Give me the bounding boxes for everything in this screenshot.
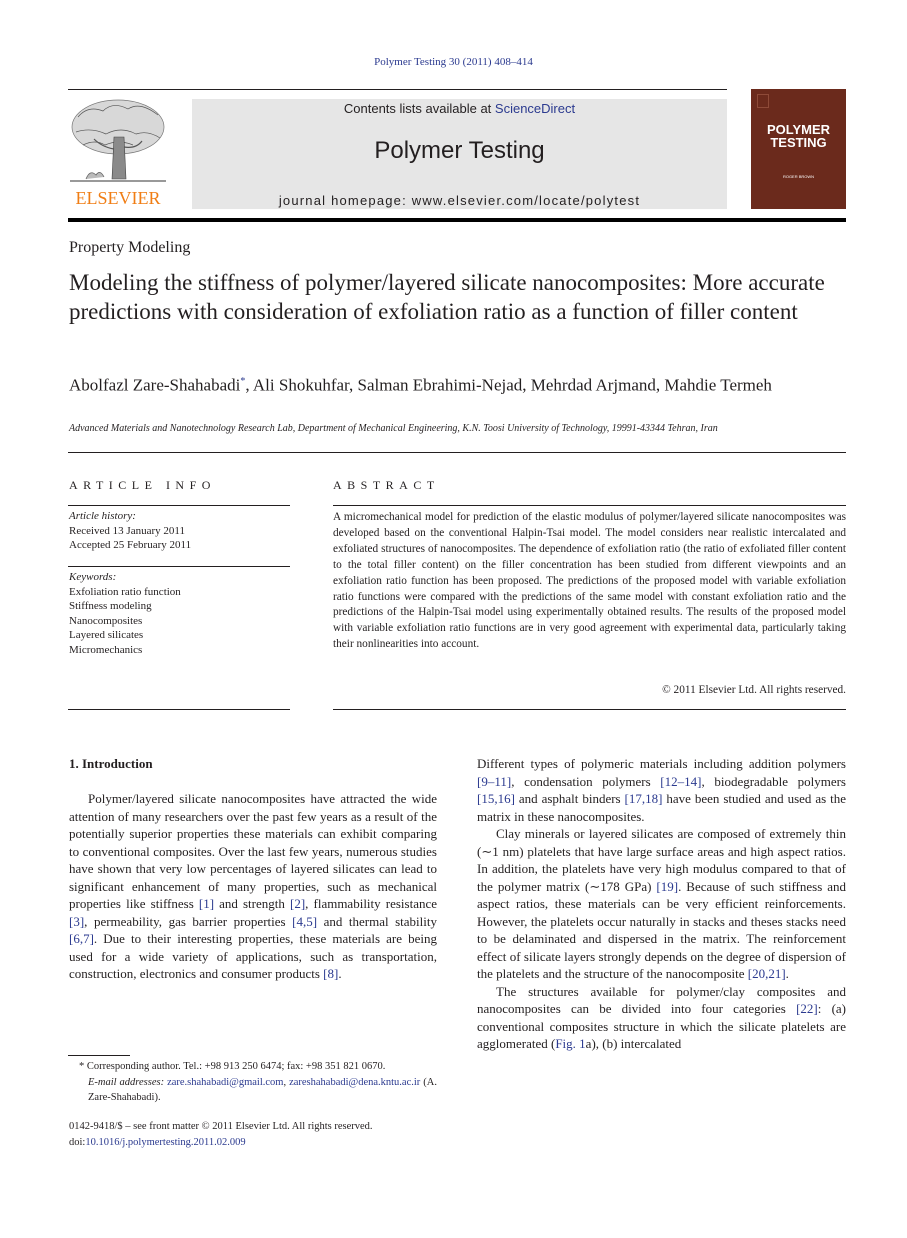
abstract-copyright: © 2011 Elsevier Ltd. All rights reserved… xyxy=(662,684,846,696)
email-link[interactable]: zareshahabadi@dena.kntu.ac.ir xyxy=(289,1077,420,1088)
abstract-text: A micromechanical model for prediction o… xyxy=(333,511,846,651)
citation-link[interactable]: [4,5] xyxy=(292,914,317,929)
introduction-heading: 1. Introduction xyxy=(69,756,153,771)
citation-link[interactable]: [20,21] xyxy=(748,966,786,981)
abstract-heading: ABSTRACT xyxy=(333,478,440,492)
citation-link[interactable]: [3] xyxy=(69,914,84,929)
footnote: * Corresponding author. Tel.: +98 913 25… xyxy=(69,1059,437,1106)
journal-banner: Contents lists available at ScienceDirec… xyxy=(192,99,727,209)
citation-link[interactable]: [17,18] xyxy=(625,791,663,806)
citation-link[interactable]: [15,16] xyxy=(477,791,515,806)
front-matter: 0142-9418/$ – see front matter © 2011 El… xyxy=(69,1119,437,1150)
keywords: Keywords: Exfoliation ratio function Sti… xyxy=(69,570,291,657)
keyword: Micromechanics xyxy=(69,643,143,656)
authors: Abolfazl Zare-Shahabadi*, Ali Shokuhfar,… xyxy=(69,371,849,397)
paragraph: The structures available for polymer/cla… xyxy=(477,983,846,1052)
body-column-right: Different types of polymeric materials i… xyxy=(477,755,846,1053)
email-label: E-mail addresses: xyxy=(88,1076,165,1088)
tree-icon xyxy=(70,99,166,182)
email-link[interactable]: zare.shahabadi@gmail.com xyxy=(167,1077,283,1088)
body-column-left: Polymer/layered silicate nanocomposites … xyxy=(69,790,437,983)
divider xyxy=(333,709,846,710)
divider xyxy=(68,709,290,710)
article-title: Modeling the stiffness of polymer/layere… xyxy=(69,270,825,324)
article-section: Property Modeling xyxy=(69,239,191,256)
citation-link[interactable]: [22] xyxy=(796,1001,818,1016)
doi-link[interactable]: 10.1016/j.polymertesting.2011.02.009 xyxy=(85,1137,245,1148)
divider xyxy=(68,505,290,506)
keyword: Layered silicates xyxy=(69,629,144,641)
journal-cover[interactable]: POLYMER TESTING ROGER BROWN xyxy=(751,89,846,209)
citation-link[interactable]: [6,7] xyxy=(69,931,94,946)
keyword: Nanocomposites xyxy=(69,614,143,627)
citation-link[interactable]: [2] xyxy=(290,896,305,911)
elsevier-wordmark: ELSEVIER xyxy=(75,188,161,208)
paragraph: Clay minerals or layered silicates are c… xyxy=(477,826,846,981)
received-date: Received 13 January 2011 xyxy=(69,524,185,537)
header-rule xyxy=(68,89,727,90)
journal-homepage[interactable]: journal homepage: www.elsevier.com/locat… xyxy=(192,193,727,208)
citation-link[interactable]: [12–14] xyxy=(660,774,701,789)
citation-link[interactable]: [19] xyxy=(656,879,678,894)
journal-name: Polymer Testing xyxy=(374,137,545,164)
article-history: Article history: Received 13 January 201… xyxy=(69,509,291,553)
cover-emblem-icon xyxy=(757,94,769,108)
accepted-date: Accepted 25 February 2011 xyxy=(69,539,192,551)
paragraph: Polymer/layered silicate nanocomposites … xyxy=(69,791,438,981)
divider xyxy=(68,452,846,453)
cover-title: POLYMER TESTING xyxy=(751,123,846,149)
cover-title-line2: TESTING xyxy=(770,135,827,150)
issn-line: 0142-9418/$ – see front matter © 2011 El… xyxy=(69,1121,373,1132)
corresponding-author-note: * Corresponding author. Tel.: +98 913 25… xyxy=(69,1059,437,1075)
citation-link[interactable]: Fig. 1 xyxy=(555,1036,585,1051)
author-list-rest: , Ali Shokuhfar, Salman Ebrahimi-Nejad, … xyxy=(245,375,772,395)
affiliation: Advanced Materials and Nanotechnology Re… xyxy=(69,423,718,434)
divider xyxy=(68,566,290,567)
history-label: Article history: xyxy=(69,510,136,522)
keywords-label: Keywords: xyxy=(69,571,117,583)
divider xyxy=(333,505,846,506)
contact-info: Corresponding author. Tel.: +98 913 250 … xyxy=(84,1061,386,1072)
journal-citation[interactable]: Polymer Testing 30 (2011) 408–414 xyxy=(0,56,907,68)
citation-link[interactable]: [9–11] xyxy=(477,774,511,789)
doi-line: doi:10.1016/j.polymertesting.2011.02.009 xyxy=(69,1135,437,1151)
contents-line: Contents lists available at ScienceDirec… xyxy=(192,101,727,116)
citation-link[interactable]: [1] xyxy=(199,896,214,911)
paragraph: Different types of polymeric materials i… xyxy=(477,756,846,824)
elsevier-logo[interactable]: ELSEVIER xyxy=(68,97,168,209)
keyword: Stiffness modeling xyxy=(69,600,152,612)
contents-prefix: Contents lists available at xyxy=(343,101,495,116)
cover-editor: ROGER BROWN xyxy=(782,174,815,179)
footnote-rule xyxy=(68,1055,130,1056)
header-thick-rule xyxy=(68,218,846,222)
doi-label: doi: xyxy=(69,1136,86,1148)
email-note: E-mail addresses: zare.shahabadi@gmail.c… xyxy=(88,1076,437,1104)
author-corresponding: Abolfazl Zare-Shahabadi xyxy=(69,375,241,395)
sciencedirect-link[interactable]: ScienceDirect xyxy=(495,101,575,116)
article-info-heading: ARTICLE INFO xyxy=(69,478,216,492)
keyword: Exfoliation ratio function xyxy=(69,585,181,598)
citation-link[interactable]: [8] xyxy=(323,966,338,981)
